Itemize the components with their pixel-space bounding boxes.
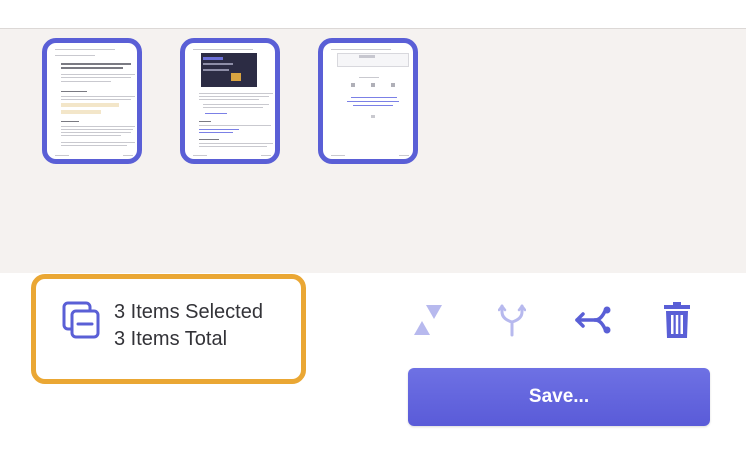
- page-thumbnail-1[interactable]: [42, 38, 142, 164]
- merge-button[interactable]: [492, 300, 532, 340]
- items-selected-label: 3 Items Selected: [114, 301, 263, 323]
- select-all-icon[interactable]: [62, 301, 102, 341]
- page-preview: [53, 47, 135, 156]
- page-preview: [191, 47, 273, 156]
- delete-button[interactable]: [657, 300, 697, 340]
- rotate-button[interactable]: [408, 300, 448, 340]
- page-thumbnail-3[interactable]: [318, 38, 418, 164]
- split-icon: [575, 306, 611, 334]
- page-preview: [329, 47, 409, 156]
- split-button[interactable]: [574, 300, 614, 340]
- selection-summary: 3 Items Selected 3 Items Total: [31, 274, 306, 384]
- page-thumbnails-area: [0, 29, 746, 273]
- merge-icon: [498, 304, 526, 337]
- trash-icon: [664, 302, 690, 338]
- save-button[interactable]: Save...: [408, 368, 710, 426]
- page-thumbnail-2[interactable]: [180, 38, 280, 164]
- items-total-label: 3 Items Total: [114, 328, 228, 350]
- rotate-icon: [414, 305, 442, 335]
